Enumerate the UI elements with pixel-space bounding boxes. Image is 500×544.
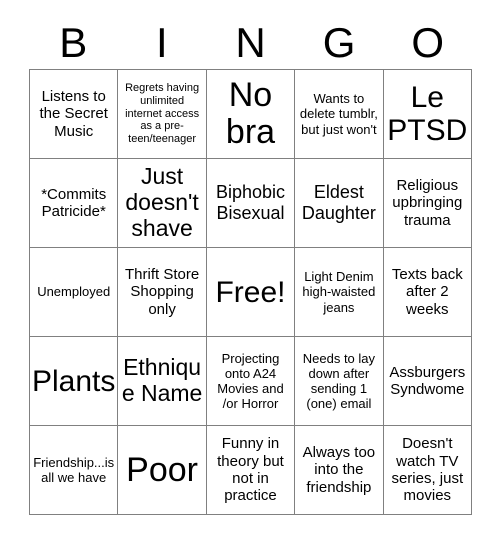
- bingo-cell[interactable]: Doesn't watch TV series, just movies: [383, 426, 472, 515]
- bingo-cell-label: Poor: [126, 450, 198, 489]
- bingo-cell[interactable]: Always too into the friendship: [295, 426, 384, 515]
- header-letter-g: G: [322, 19, 356, 66]
- bingo-cell-label: Light Denim high-waisted jeans: [302, 269, 376, 315]
- bingo-cell[interactable]: Light Denim high-waisted jeans: [295, 248, 384, 337]
- bingo-cell[interactable]: Le PTSD: [383, 70, 472, 159]
- bingo-cell-label: Regrets having unlimited internet access…: [125, 81, 200, 146]
- bingo-cell[interactable]: Needs to lay down after sending 1 (one) …: [295, 337, 384, 426]
- bingo-cell-free[interactable]: Free!: [206, 248, 296, 337]
- bingo-cell[interactable]: Friendship...is all we have: [30, 426, 119, 515]
- header-letter-o: O: [411, 19, 444, 66]
- bingo-cell[interactable]: Biphobic Bisexual: [206, 159, 296, 248]
- bingo-cell-label: Le PTSD: [387, 81, 468, 147]
- bingo-cell[interactable]: Regrets having unlimited internet access…: [118, 70, 207, 159]
- bingo-header-row: B I N G O: [29, 20, 472, 66]
- bingo-cell-label: *Commits Patricide*: [41, 185, 107, 220]
- bingo-cell-label: Plants: [32, 364, 116, 398]
- bingo-cell[interactable]: Assburgers Syndwome: [383, 337, 472, 426]
- header-letter-n: N: [235, 19, 266, 66]
- bingo-cell-label: Ethnique Name: [121, 354, 203, 406]
- bingo-cell-label: Free!: [215, 275, 286, 309]
- bingo-cell[interactable]: Texts back after 2 weeks: [383, 248, 472, 337]
- bingo-cell[interactable]: Thrift Store Shopping only: [118, 248, 207, 337]
- bingo-cell[interactable]: Poor: [118, 426, 207, 515]
- bingo-cell[interactable]: Eldest Daughter: [295, 159, 384, 248]
- bingo-cell-label: Thrift Store Shopping only: [125, 265, 200, 318]
- header-letter-b: B: [59, 19, 88, 66]
- bingo-cell-label: Eldest Daughter: [301, 182, 376, 223]
- bingo-cell-label: Biphobic Bisexual: [215, 182, 286, 223]
- bingo-cell[interactable]: Wants to delete tumblr, but just won't: [295, 70, 384, 159]
- bingo-cell[interactable]: No bra: [206, 70, 296, 159]
- bingo-cell[interactable]: *Commits Patricide*: [30, 159, 119, 248]
- bingo-cell[interactable]: Funny in theory but not in practice: [206, 426, 296, 515]
- bingo-cell-label: Funny in theory but not in practice: [217, 435, 284, 505]
- bingo-cell[interactable]: Religious upbringing trauma: [383, 159, 472, 248]
- bingo-cell[interactable]: Listens to the Secret Music: [30, 70, 119, 159]
- bingo-cell[interactable]: Projecting onto A24 Movies and /or Horro…: [206, 337, 296, 426]
- bingo-cell-label: Wants to delete tumblr, but just won't: [299, 91, 378, 137]
- bingo-cell-label: Friendship...is all we have: [33, 454, 115, 485]
- bingo-cell-label: Texts back after 2 weeks: [391, 265, 463, 318]
- bingo-cell[interactable]: Unemployed: [30, 248, 119, 337]
- bingo-cell[interactable]: Ethnique Name: [118, 337, 207, 426]
- bingo-cell-label: Religious upbringing trauma: [392, 176, 463, 229]
- bingo-cell-label: Always too into the friendship: [302, 443, 376, 496]
- bingo-cell-label: No bra: [225, 76, 276, 151]
- bingo-card: B I N G O Listens to the Secret Music Re…: [0, 0, 500, 544]
- bingo-grid: Listens to the Secret Music Regrets havi…: [29, 69, 472, 515]
- bingo-cell-label: Doesn't watch TV series, just movies: [391, 435, 464, 505]
- bingo-cell[interactable]: Plants: [30, 337, 119, 426]
- bingo-cell-label: Unemployed: [37, 284, 111, 300]
- bingo-cell-label: Needs to lay down after sending 1 (one) …: [302, 350, 376, 412]
- bingo-cell-label: Assburgers Syndwome: [389, 363, 466, 398]
- bingo-cell-label: Listens to the Secret Music: [39, 87, 108, 140]
- bingo-cell-label: Just doesn't shave: [125, 163, 199, 241]
- bingo-cell[interactable]: Just doesn't shave: [118, 159, 207, 248]
- header-letter-i: I: [156, 19, 168, 66]
- bingo-cell-label: Projecting onto A24 Movies and /or Horro…: [217, 350, 284, 412]
